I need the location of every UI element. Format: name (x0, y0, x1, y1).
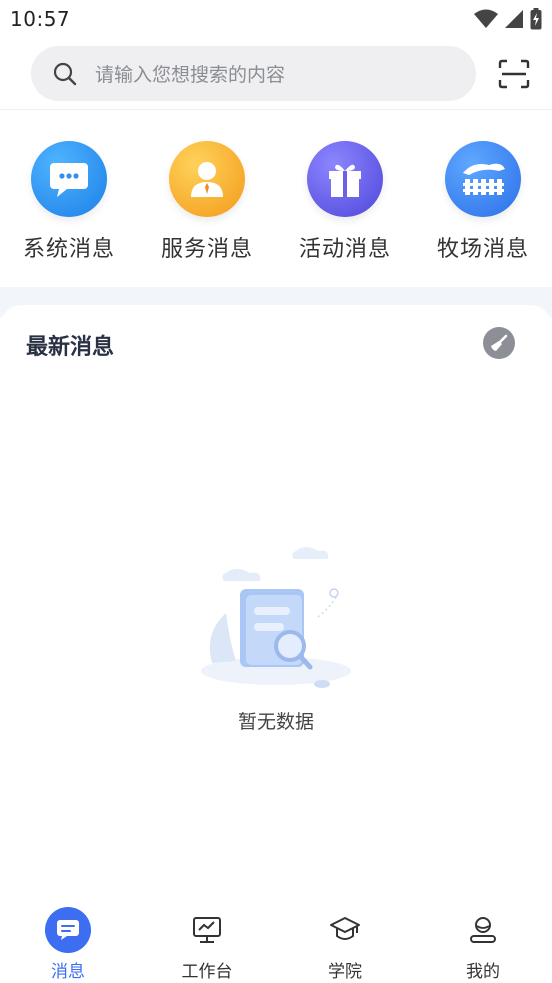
battery-icon (530, 8, 542, 30)
search-header: 请输入您想搜索的内容 (0, 38, 552, 110)
nav-label: 我的 (466, 962, 500, 982)
nav-academy[interactable]: 学院 (295, 907, 395, 983)
fence-icon (445, 141, 521, 217)
message-categories: 系统消息 服务消息 活动消息 牧场消息 (0, 111, 552, 287)
nav-label: 消息 (51, 962, 85, 982)
nav-label: 工作台 (181, 962, 233, 982)
status-time: 10:57 (10, 7, 71, 31)
scan-icon[interactable] (498, 59, 530, 89)
status-bar: 10:57 (0, 0, 552, 38)
category-label: 活动消息 (298, 237, 391, 262)
search-input[interactable]: 请输入您想搜索的内容 (31, 46, 476, 101)
monitor-chart-icon (184, 907, 230, 953)
empty-state-text: 暂无数据 (237, 711, 314, 733)
latest-messages-title: 最新消息 (26, 335, 115, 360)
status-icons (474, 8, 542, 30)
nav-messages[interactable]: 消息 (18, 907, 118, 983)
chat-bubble-icon (31, 141, 107, 217)
category-activity-messages[interactable]: 活动消息 (285, 141, 405, 271)
search-placeholder: 请输入您想搜索的内容 (95, 64, 286, 86)
category-ranch-messages[interactable]: 牧场消息 (423, 141, 543, 271)
wifi-icon (474, 9, 498, 28)
graduation-cap-icon (322, 907, 368, 953)
nav-mine[interactable]: 我的 (433, 907, 533, 983)
nav-workbench[interactable]: 工作台 (157, 907, 257, 983)
category-label: 服务消息 (160, 237, 253, 262)
latest-messages-panel: 最新消息 暂无数据 (0, 305, 552, 895)
service-person-icon (169, 141, 245, 217)
empty-state-illustration (201, 547, 351, 688)
category-system-messages[interactable]: 系统消息 (9, 141, 129, 271)
bottom-navigation: 消息 工作台 学院 我的 (0, 895, 552, 983)
gift-icon (307, 141, 383, 217)
broom-icon (491, 334, 508, 351)
search-icon (53, 62, 77, 85)
category-service-messages[interactable]: 服务消息 (147, 141, 267, 271)
signal-icon (505, 10, 523, 28)
category-label: 系统消息 (22, 237, 115, 262)
message-icon (45, 907, 91, 953)
category-label: 牧场消息 (436, 237, 529, 262)
nav-label: 学院 (328, 962, 362, 982)
clear-button[interactable] (483, 327, 515, 359)
person-icon (460, 907, 506, 953)
